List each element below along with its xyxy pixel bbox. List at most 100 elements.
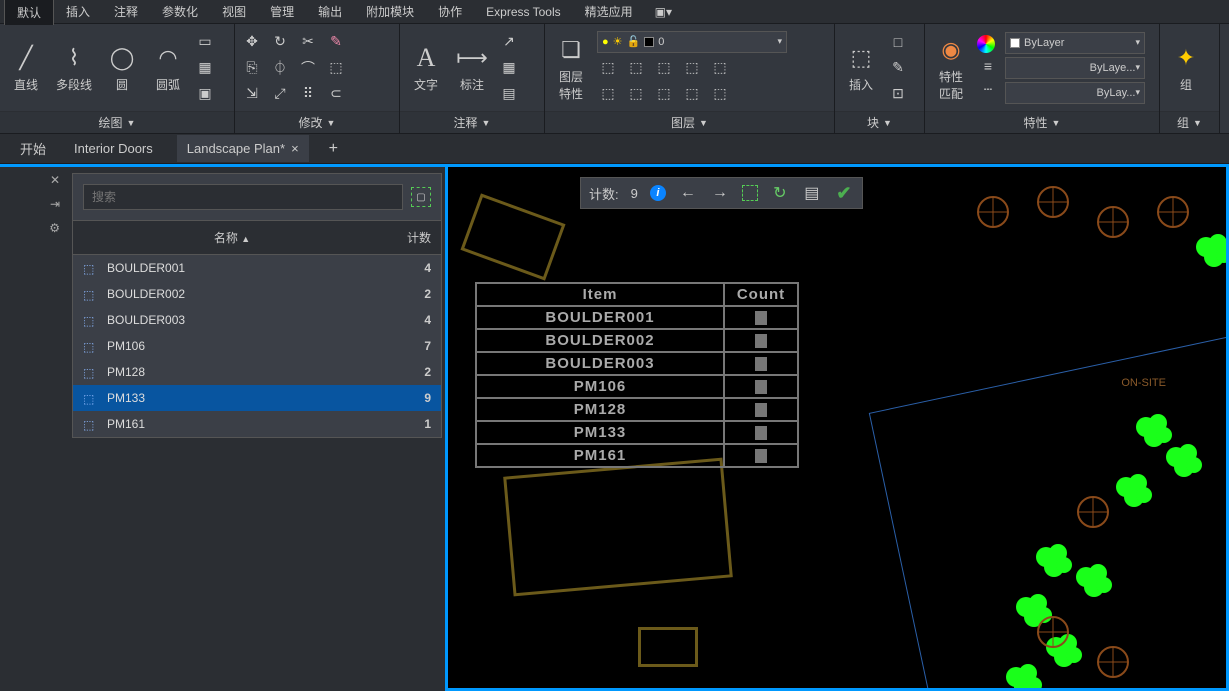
group-panel-label[interactable]: 组▼ (1160, 111, 1219, 133)
search-input[interactable] (83, 184, 403, 210)
color-wheel-icon[interactable] (977, 35, 995, 53)
linetype-dropdown[interactable]: ByLay...▾ (1005, 82, 1145, 104)
line-button[interactable]: ╱直线 (6, 40, 46, 95)
main-area: ✕ ⇥ ⚙ ▢ 名称 ▲ 计数 ⬚BOULDER0014⬚BOULDER0022… (0, 164, 1229, 691)
props-panel-label[interactable]: 特性▼ (925, 111, 1159, 133)
layer-tool-3[interactable]: ⬚ (653, 57, 675, 79)
hatch-icon[interactable]: ▦ (194, 57, 216, 79)
tab-0[interactable]: 开始 (16, 133, 50, 164)
count-row[interactable]: ⬚BOULDER0034 (73, 307, 441, 333)
prev-arrow-icon[interactable]: ← (678, 183, 698, 203)
tab-close-icon[interactable]: × (291, 141, 299, 156)
confirm-icon[interactable]: ✔ (834, 183, 854, 203)
count-row[interactable]: ⬚PM1611 (73, 411, 441, 437)
col-name[interactable]: 名称 ▲ (83, 229, 381, 246)
count-row[interactable]: ⬚BOULDER0014 (73, 255, 441, 281)
panel-props: ◉特性 匹配 ≡ ┄ ByLayer▾ ByLaye...▾ ByLay...▾… (925, 24, 1160, 133)
array-icon[interactable]: ⠿ (297, 83, 319, 105)
lineweight-icon[interactable]: ≡ (977, 55, 999, 77)
count-row[interactable]: ⬚PM1067 (73, 333, 441, 359)
circle-button[interactable]: ◯圆 (102, 40, 142, 95)
menu-4[interactable]: 视图 (210, 0, 258, 24)
layer-props-button[interactable]: ❏图层 特性 (551, 32, 591, 104)
menu-10[interactable]: 精选应用 (573, 0, 645, 24)
draw-panel-label[interactable]: 绘图▼ (0, 111, 234, 133)
edit-block-icon[interactable]: ✎ (887, 57, 909, 79)
polyline-button[interactable]: ⌇多段线 (52, 40, 96, 95)
layer-tool-1[interactable]: ⬚ (597, 57, 619, 79)
menu-6[interactable]: 输出 (306, 0, 354, 24)
rotate-icon[interactable]: ↻ (269, 31, 291, 53)
layer-tool-5[interactable]: ⬚ (709, 57, 731, 79)
color-dropdown[interactable]: ByLayer▾ (1005, 32, 1145, 54)
offset-icon[interactable]: ⊂ (325, 83, 347, 105)
menu-0[interactable]: 默认 (4, 0, 54, 25)
linetype-icon[interactable]: ┄ (977, 79, 999, 101)
scale-icon[interactable]: ⤢ (269, 83, 291, 105)
text-button[interactable]: A文字 (406, 40, 446, 95)
layer-tool-8[interactable]: ⬚ (653, 83, 675, 105)
layer-tool-6[interactable]: ⬚ (597, 83, 619, 105)
select-objects-icon[interactable]: ▢ (411, 187, 431, 207)
leader-icon[interactable]: ↗ (498, 31, 520, 53)
table-insert-icon[interactable]: ▤ (802, 183, 822, 203)
arc-button[interactable]: ◠圆弧 (148, 40, 188, 95)
next-arrow-icon[interactable]: → (710, 183, 730, 203)
menu-8[interactable]: 协作 (426, 0, 474, 24)
copy-icon[interactable]: ⎘ (241, 57, 263, 79)
attr-icon[interactable]: ⊡ (887, 83, 909, 105)
menu-overflow-icon[interactable]: ▣▾ (651, 1, 676, 23)
menu-5[interactable]: 管理 (258, 0, 306, 24)
layer-tool-4[interactable]: ⬚ (681, 57, 703, 79)
mirror-icon[interactable]: ⏀ (269, 57, 291, 79)
menu-9[interactable]: Express Tools (474, 1, 572, 23)
dim-button[interactable]: ⟼标注 (452, 40, 492, 95)
explode-icon[interactable]: ⬚ (325, 57, 347, 79)
collapse-icon[interactable]: ⇥ (50, 197, 60, 211)
layer-dropdown[interactable]: ●☀🔓0▾ (597, 31, 787, 53)
block-icon: ⬚ (83, 392, 99, 404)
stretch-icon[interactable]: ⇲ (241, 83, 263, 105)
fillet-icon[interactable]: ⌒ (297, 57, 319, 79)
erase-icon[interactable]: ✎ (325, 31, 347, 53)
select-sim-icon[interactable] (742, 185, 758, 201)
layer-tool-9[interactable]: ⬚ (681, 83, 703, 105)
vegetation-symbol (1028, 177, 1078, 227)
close-icon[interactable]: ✕ (50, 173, 60, 187)
block-panel-label[interactable]: 块▼ (835, 111, 924, 133)
modify-panel-label[interactable]: 修改▼ (235, 111, 399, 133)
trim-icon[interactable]: ✂ (297, 31, 319, 53)
menu-7[interactable]: 附加模块 (354, 0, 426, 24)
mtext-icon[interactable]: ▤ (498, 83, 520, 105)
count-row[interactable]: ⬚PM1339 (73, 385, 441, 411)
table-icon[interactable]: ▦ (498, 57, 520, 79)
count-row[interactable]: ⬚BOULDER0022 (73, 281, 441, 307)
vegetation-symbol (1068, 557, 1118, 607)
layer-tool-10[interactable]: ⬚ (709, 83, 731, 105)
count-row[interactable]: ⬚PM1282 (73, 359, 441, 385)
region-icon[interactable]: ▣ (194, 83, 216, 105)
layer-tool-7[interactable]: ⬚ (625, 83, 647, 105)
count-toolbar: 计数: 9 i ← → ↻ ▤ ✔ (580, 177, 863, 209)
menu-1[interactable]: 插入 (54, 0, 102, 24)
move-icon[interactable]: ✥ (241, 31, 263, 53)
rect-icon[interactable]: ▭ (194, 31, 216, 53)
group-button[interactable]: ✦组 (1166, 40, 1206, 95)
col-count[interactable]: 计数 (381, 229, 431, 246)
annotate-panel-label[interactable]: 注释▼ (400, 111, 544, 133)
lineweight-dropdown[interactable]: ByLaye...▾ (1005, 57, 1145, 79)
layers-panel-label[interactable]: 图层▼ (545, 111, 834, 133)
new-tab-button[interactable]: + (329, 140, 338, 158)
layer-tool-2[interactable]: ⬚ (625, 57, 647, 79)
settings-icon[interactable]: ⚙ (49, 221, 60, 235)
tab-1[interactable]: Interior Doors (70, 135, 157, 162)
insert-button[interactable]: ⬚插入 (841, 40, 881, 95)
refresh-icon[interactable]: ↻ (770, 183, 790, 203)
block-icon: ⬚ (83, 418, 99, 430)
match-props-button[interactable]: ◉特性 匹配 (931, 32, 971, 104)
menu-2[interactable]: 注释 (102, 0, 150, 24)
create-block-icon[interactable]: □ (887, 31, 909, 53)
menu-3[interactable]: 参数化 (150, 0, 210, 24)
info-icon[interactable]: i (650, 185, 666, 201)
tab-2[interactable]: Landscape Plan*× (177, 135, 309, 162)
